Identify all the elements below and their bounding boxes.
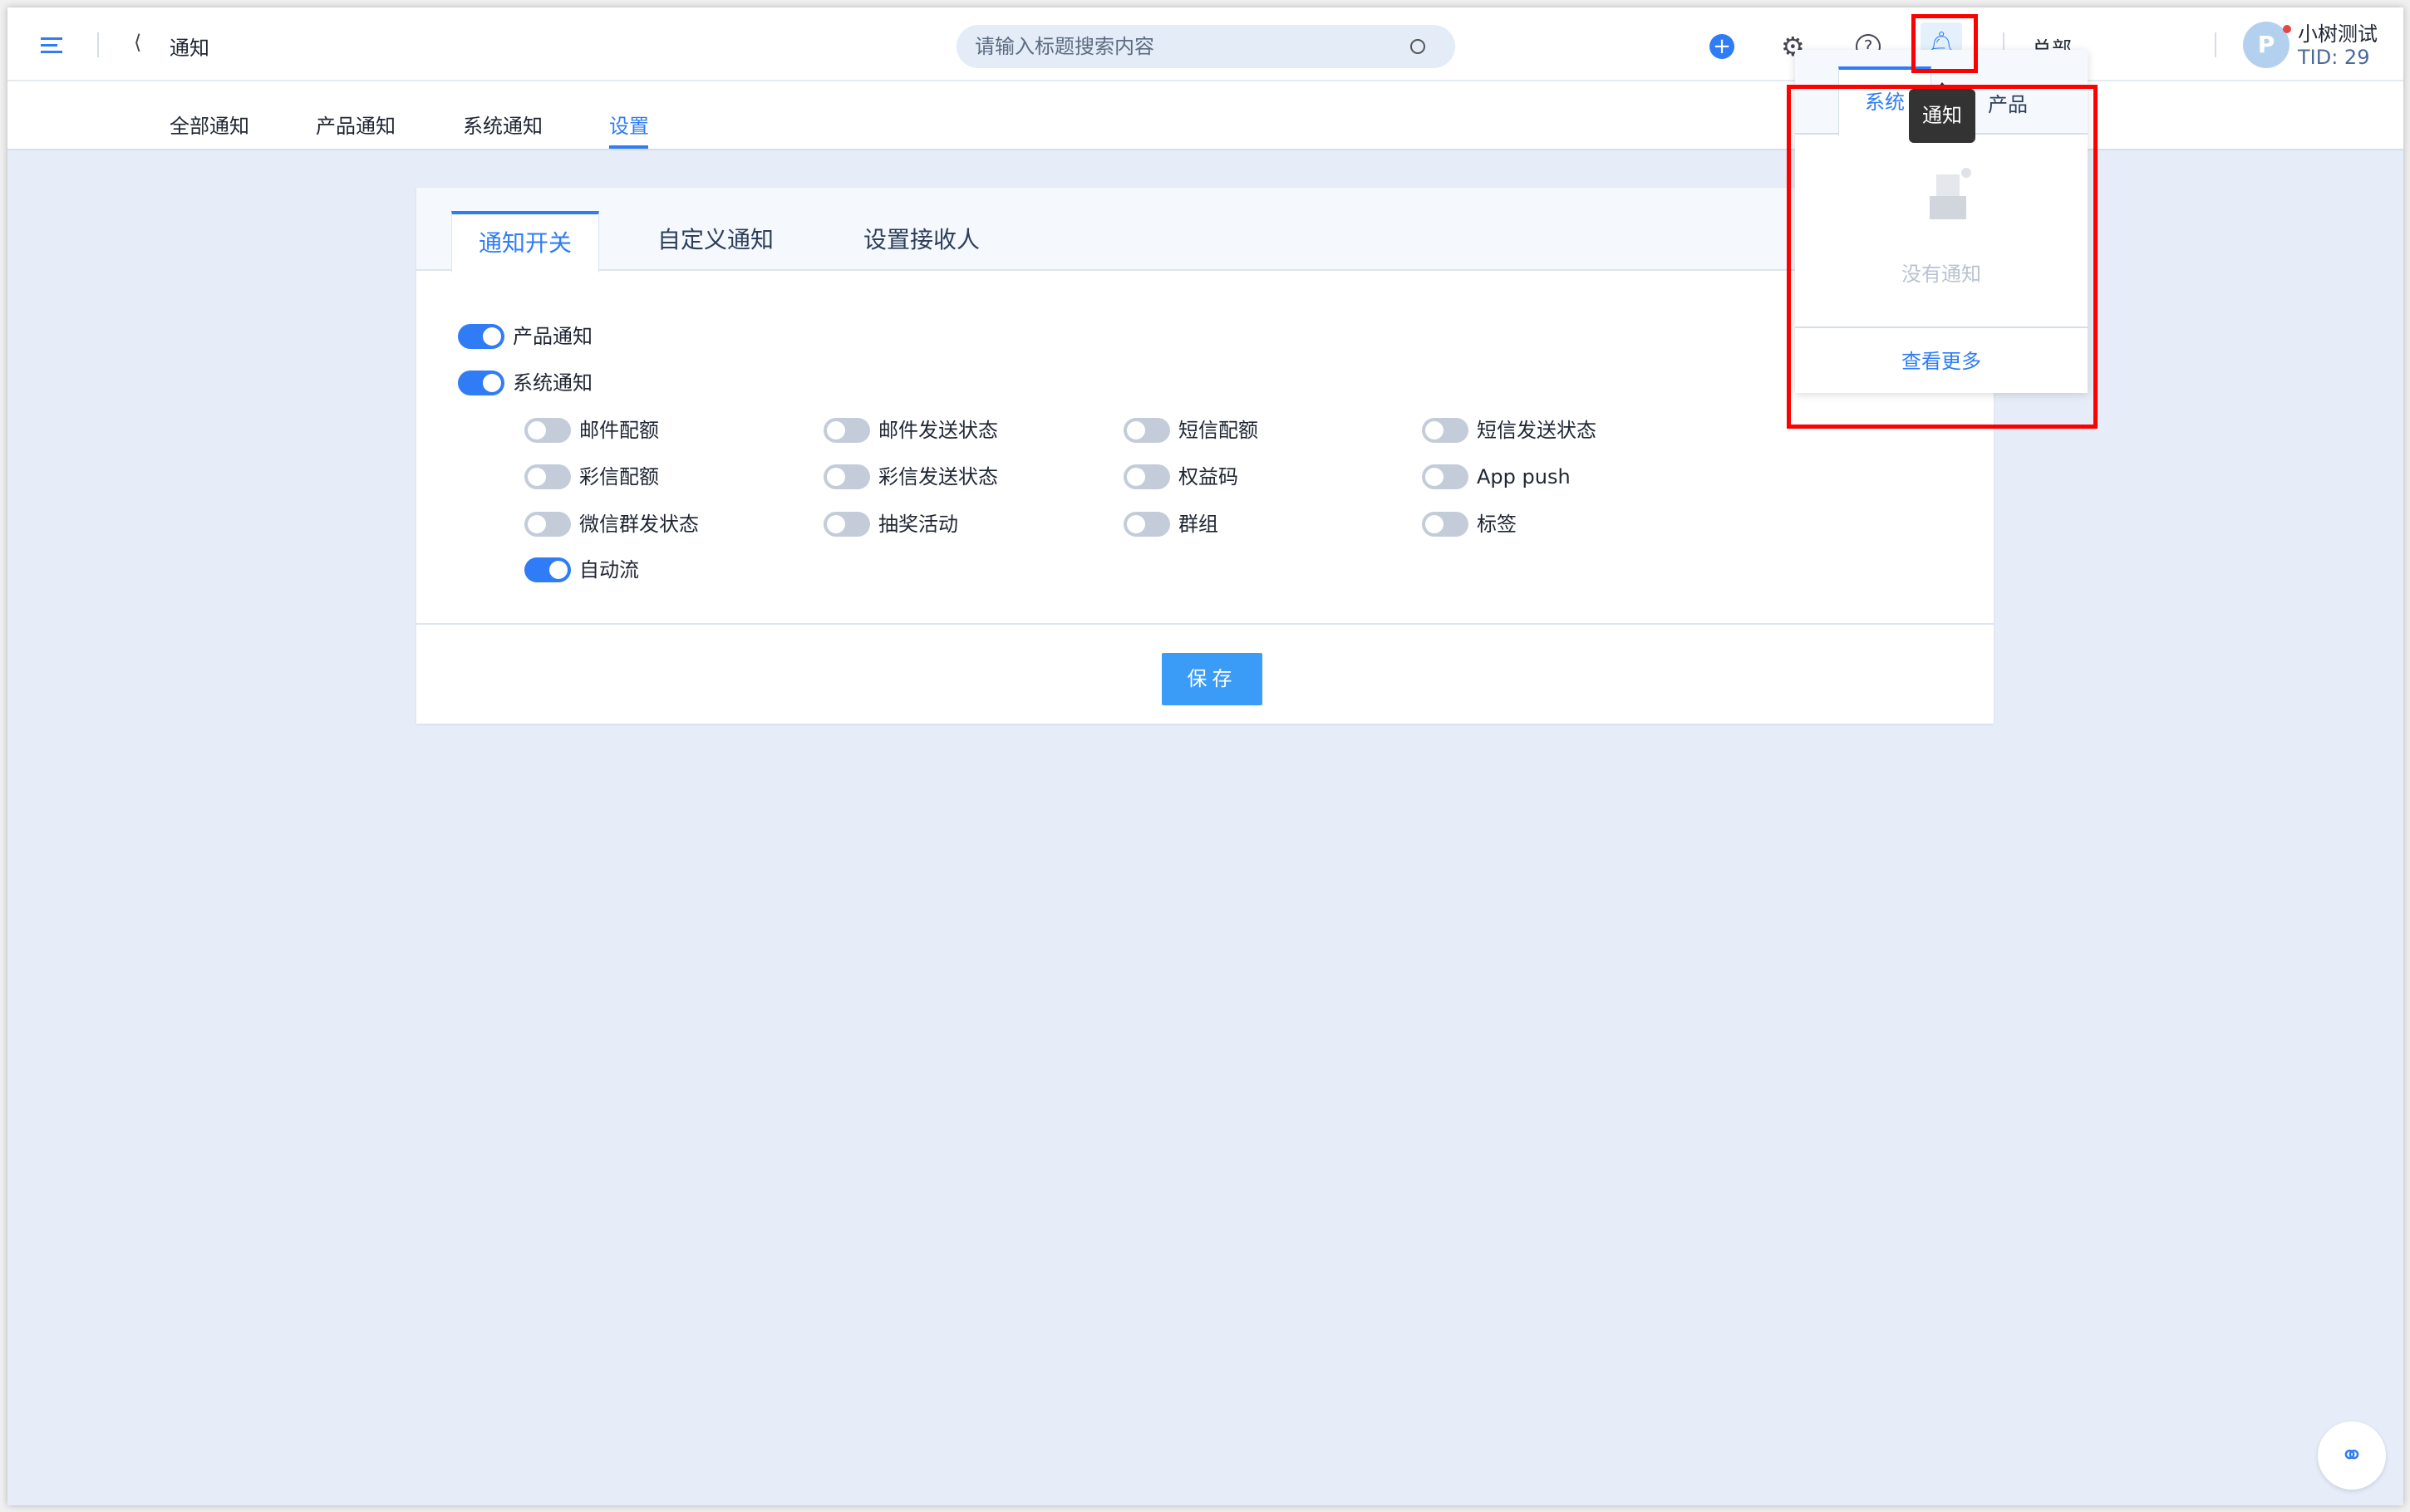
- sub-7-label: App push: [1477, 465, 1571, 488]
- tab-product[interactable]: 产品通知: [316, 110, 396, 139]
- sub-5-toggle[interactable]: [824, 464, 870, 489]
- sub-6-toggle[interactable]: [1124, 464, 1170, 489]
- sub-12-toggle[interactable]: [524, 557, 571, 582]
- user-tid: TID: 29: [2298, 46, 2370, 69]
- footer-divider: [416, 623, 1994, 625]
- tab-notification-switch[interactable]: 通知开关: [451, 211, 599, 272]
- add-icon[interactable]: +: [1709, 34, 1734, 59]
- sub-1-label: 邮件发送状态: [878, 419, 998, 442]
- sub-4-toggle[interactable]: [524, 464, 571, 489]
- card-tabs: 通知开关 自定义通知 设置接收人: [416, 188, 1994, 272]
- tab-settings[interactable]: 设置: [609, 110, 649, 139]
- divider: [97, 32, 99, 57]
- sub-8-toggle[interactable]: [524, 512, 571, 537]
- tab-all[interactable]: 全部通知: [170, 110, 249, 139]
- search-input[interactable]: 请输入标题搜索内容: [957, 25, 1455, 68]
- support-button[interactable]: ⚭: [2318, 1421, 2386, 1490]
- sub-1-toggle[interactable]: [824, 418, 870, 443]
- sub-11-label: 标签: [1477, 513, 1517, 536]
- tab-set-recipients[interactable]: 设置接收人: [855, 211, 988, 272]
- top-1-label: 系统通知: [513, 371, 593, 395]
- top-0-toggle[interactable]: [458, 324, 504, 349]
- active-tab-underline: [609, 145, 648, 149]
- page-title: 通知: [170, 37, 209, 60]
- tab-system[interactable]: 系统通知: [463, 110, 543, 139]
- popover-highlight-box: [1787, 85, 2098, 429]
- tab-custom-notification[interactable]: 自定义通知: [649, 211, 782, 272]
- sub-0-label: 邮件配额: [579, 419, 659, 442]
- sub-3-label: 短信发送状态: [1477, 419, 1596, 442]
- top-1-toggle[interactable]: [458, 371, 504, 395]
- search-icon[interactable]: [1410, 39, 1425, 54]
- menu-icon[interactable]: [41, 37, 62, 53]
- top-0-label: 产品通知: [513, 325, 593, 348]
- sub-2-toggle[interactable]: [1124, 418, 1170, 443]
- app-window: ⟨ 通知 请输入标题搜索内容 + ⚙ ? 🔔︎ 总部 P 小树测试 TID: 2…: [7, 7, 2403, 1505]
- sub-7-toggle[interactable]: [1422, 464, 1468, 489]
- user-name: 小树测试: [2298, 22, 2378, 46]
- sub-4-label: 彩信配额: [579, 465, 659, 488]
- sub-12-label: 自动流: [579, 558, 639, 582]
- sub-0-toggle[interactable]: [524, 418, 571, 443]
- sub-3-toggle[interactable]: [1422, 418, 1468, 443]
- sub-10-label: 群组: [1178, 513, 1218, 536]
- notification-dot: [2283, 25, 2291, 33]
- settings-card: 通知开关 自定义通知 设置接收人 产品通知系统通知邮件配额 邮件发送状态 短信配额 短…: [416, 188, 1994, 724]
- divider: [2215, 32, 2216, 57]
- headset-icon: ⚭: [2339, 1439, 2364, 1472]
- bell-highlight-box: [1911, 14, 1978, 73]
- sub-11-toggle[interactable]: [1422, 512, 1468, 537]
- sub-6-label: 权益码: [1178, 465, 1238, 488]
- sub-8-label: 微信群发状态: [579, 513, 699, 536]
- sub-10-toggle[interactable]: [1124, 512, 1170, 537]
- sub-5-label: 彩信发送状态: [878, 465, 998, 488]
- sub-9-toggle[interactable]: [824, 512, 870, 537]
- sub-9-label: 抽奖活动: [878, 513, 958, 536]
- sub-2-label: 短信配额: [1178, 419, 1258, 442]
- back-chevron-icon[interactable]: ⟨: [134, 31, 141, 54]
- save-button[interactable]: 保存: [1162, 653, 1262, 705]
